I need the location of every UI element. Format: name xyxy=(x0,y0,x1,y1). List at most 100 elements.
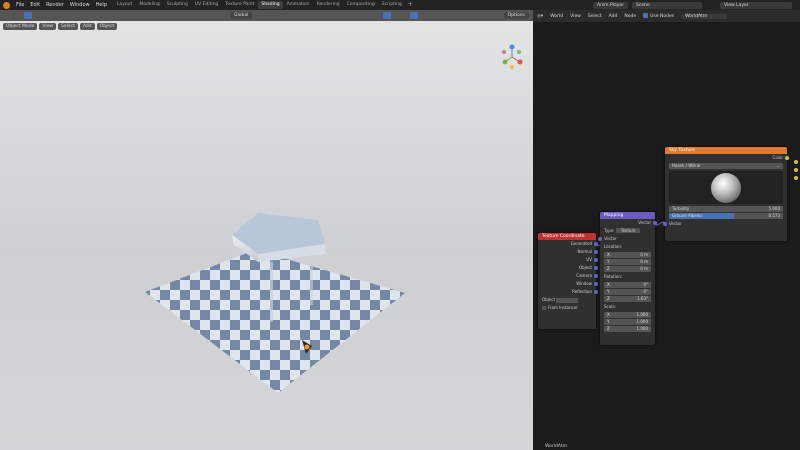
tab-uv-editing[interactable]: UV Editing xyxy=(192,1,221,9)
location-z-field[interactable]: Z 0 m xyxy=(604,266,651,272)
menu-render[interactable]: Render xyxy=(46,2,64,8)
rotation-y-field[interactable]: Y 0° xyxy=(604,289,651,295)
output-generated: Generated xyxy=(538,240,598,248)
output-color: Color xyxy=(665,154,789,162)
object-field[interactable] xyxy=(556,297,579,303)
socket-icon[interactable] xyxy=(594,266,598,270)
axis-label: Z xyxy=(607,326,610,331)
texture-coordinate-node[interactable]: Texture Coordinate Generated Normal UV O… xyxy=(538,233,598,329)
socket-icon[interactable] xyxy=(598,237,602,241)
tab-modeling[interactable]: Modeling xyxy=(136,1,162,9)
editor-type-icon[interactable] xyxy=(3,12,11,19)
socket-icon[interactable] xyxy=(785,156,789,160)
socket-icon[interactable] xyxy=(594,250,598,254)
output-socket-icon[interactable] xyxy=(794,176,798,180)
options-dropdown[interactable]: Options xyxy=(503,12,529,19)
top-bar: File Edit Render Window Help Layout Mode… xyxy=(0,0,800,10)
turbidity-value: 5.000 xyxy=(768,206,780,211)
socket-icon[interactable] xyxy=(663,222,667,226)
sun-direction-widget[interactable] xyxy=(669,171,783,204)
tab-rendering[interactable]: Rendering xyxy=(314,1,343,9)
axis-label: X xyxy=(607,282,610,287)
type-label: Type: xyxy=(604,228,615,233)
rotation-x-field[interactable]: X 0° xyxy=(604,282,651,288)
viewport-menu-view[interactable]: View xyxy=(39,23,57,30)
sky-model-dropdown[interactable]: Hosek / Wilkie ⌄ xyxy=(669,163,783,169)
type-dropdown[interactable]: Texture xyxy=(615,228,641,233)
pivot-icon[interactable] xyxy=(255,12,264,19)
3d-viewport[interactable]: Global Options Object Mode View Select A… xyxy=(0,10,533,450)
axis-label: Y xyxy=(607,319,610,324)
sky-texture-node[interactable]: Sky Texture Color Hosek / Wilkie ⌄ Turbid… xyxy=(663,147,789,241)
socket-icon[interactable] xyxy=(594,274,598,278)
node-header[interactable]: Sky Texture xyxy=(665,147,787,154)
location-y-field[interactable]: Y 0 m xyxy=(604,259,651,265)
viewport-menu-add[interactable]: Add xyxy=(79,23,95,30)
anim-player-selector[interactable]: Anim Player xyxy=(593,1,628,9)
node-header[interactable]: Mapping xyxy=(600,212,655,219)
socket-icon[interactable] xyxy=(594,282,598,286)
output-label: UV xyxy=(586,257,592,262)
viewport-menu-select[interactable]: Select xyxy=(58,23,78,30)
shader-node-editor[interactable]: ◎▾ World View Select Add Node Use Nodes … xyxy=(533,10,800,450)
axis-label: Z xyxy=(607,296,610,301)
scale-z-field[interactable]: Z 1.000 xyxy=(604,326,651,332)
axis-value: 0 m xyxy=(640,259,648,264)
output-label: Normal xyxy=(577,249,592,254)
axis-label: X xyxy=(607,252,610,257)
menu-file[interactable]: File xyxy=(16,2,24,8)
socket-icon[interactable] xyxy=(594,242,598,246)
add-workspace-button[interactable]: + xyxy=(408,1,413,9)
scale-y-field[interactable]: Y 1.000 xyxy=(604,319,651,325)
select-mode-icon[interactable] xyxy=(15,12,23,19)
tab-scripting[interactable]: Scripting xyxy=(379,1,405,9)
mapping-node[interactable]: Mapping Vector Type: Texture Vector Loca… xyxy=(598,212,657,345)
location-x-field[interactable]: X 0 m xyxy=(604,252,651,258)
object-mode-dropdown[interactable]: Object Mode xyxy=(3,23,38,30)
tab-animation[interactable]: Animation xyxy=(284,1,313,9)
from-instancer-checkbox[interactable] xyxy=(542,306,546,310)
output-camera: Camera xyxy=(538,272,598,280)
ground-albedo-slider[interactable]: Ground Albedo 0.573 xyxy=(669,213,783,219)
xray-icon[interactable] xyxy=(392,12,401,19)
scale-x-field[interactable]: X 1.000 xyxy=(604,312,651,318)
scene-selectors: Anim Player Scene View Layer xyxy=(593,1,796,9)
select-box-icon[interactable] xyxy=(24,12,32,19)
rotation-z-field[interactable]: Z 1.63° xyxy=(604,296,651,302)
axis-value: 0° xyxy=(643,282,648,287)
select-extend-icon[interactable] xyxy=(33,12,41,19)
viewport-menu-object[interactable]: Object xyxy=(96,23,118,30)
socket-icon[interactable] xyxy=(594,258,598,262)
transform-orientation-dropdown[interactable]: Global xyxy=(230,12,253,19)
navigation-gizmo-icon[interactable] xyxy=(497,42,527,72)
turbidity-field[interactable]: Turbidity 5.000 xyxy=(669,206,783,212)
socket-icon[interactable] xyxy=(653,221,657,225)
menu-help[interactable]: Help xyxy=(96,2,107,8)
snap-icon[interactable] xyxy=(264,12,273,19)
shading-material-icon[interactable] xyxy=(410,12,419,19)
scale-label: Scale: xyxy=(604,304,617,309)
node-header[interactable]: Texture Coordinate xyxy=(538,233,596,240)
viewport-header: Global Options xyxy=(0,10,533,21)
viewport-overlay-icon[interactable] xyxy=(383,12,392,19)
tab-layout[interactable]: Layout xyxy=(114,1,135,9)
tab-compositing[interactable]: Compositing xyxy=(344,1,378,9)
scene-selector[interactable]: Scene xyxy=(632,1,702,9)
socket-icon[interactable] xyxy=(594,290,598,294)
menu-edit[interactable]: Edit xyxy=(30,2,40,8)
output-socket-icon[interactable] xyxy=(794,168,798,172)
select-subtract-icon[interactable] xyxy=(42,12,50,19)
shading-solid-icon[interactable] xyxy=(401,12,410,19)
output-socket-icon[interactable] xyxy=(794,160,798,164)
object-label: Object xyxy=(542,297,556,302)
view-layer-selector[interactable]: View Layer xyxy=(720,1,792,9)
input-vector: Vector xyxy=(663,220,787,228)
menu-window[interactable]: Window xyxy=(70,2,90,8)
tab-shading[interactable]: Shading xyxy=(258,1,283,9)
axis-label: Z xyxy=(607,266,610,271)
input-label: Vector xyxy=(604,236,617,241)
tab-texture-paint[interactable]: Texture Paint xyxy=(222,1,257,9)
blender-logo-icon[interactable] xyxy=(3,1,10,9)
select-invert-icon[interactable] xyxy=(51,12,59,19)
tab-sculpting[interactable]: Sculpting xyxy=(164,1,191,9)
